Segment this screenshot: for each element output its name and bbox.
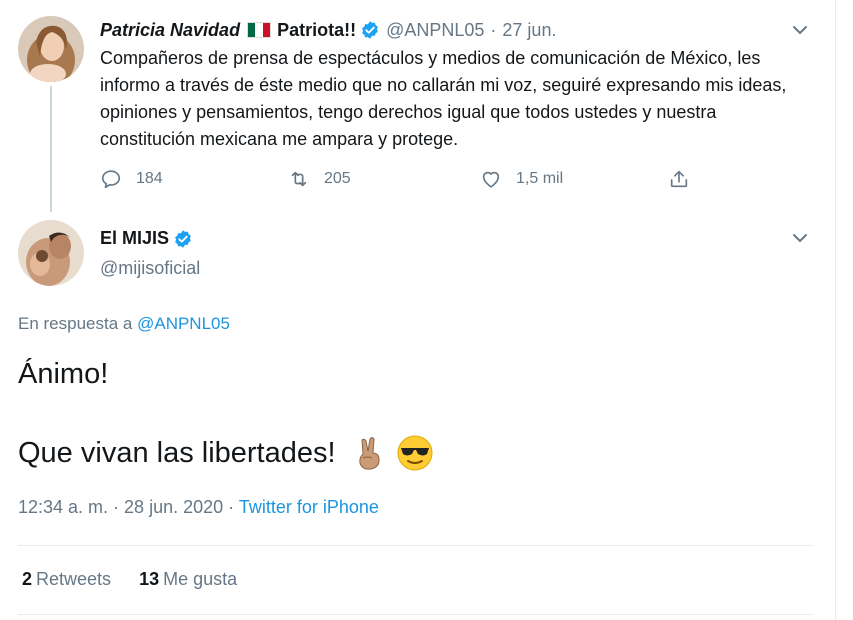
- timestamp[interactable]: 12:34 a. m. · 28 jun. 2020 ·: [18, 497, 239, 517]
- like-count: 1,5 mil: [516, 170, 564, 187]
- avatar-mijis[interactable]: [18, 220, 84, 286]
- retweets-count: 2: [22, 569, 33, 589]
- tweet-stats: 2 Retweets 13 Me gusta: [22, 569, 237, 590]
- thread-connector-line: [50, 86, 52, 212]
- author-name-suffix[interactable]: Patriota!!: [277, 20, 356, 41]
- avatar-patricia[interactable]: [18, 16, 84, 82]
- retweets-label: Retweets: [36, 569, 112, 589]
- tweet-actions: 184 205 1,5 mil: [100, 168, 720, 194]
- tweet-date[interactable]: 27 jun.: [502, 20, 556, 41]
- sunglasses-face-icon: [397, 435, 433, 471]
- chevron-down-icon[interactable]: [790, 20, 810, 40]
- retweet-count: 205: [324, 170, 351, 187]
- reply-action[interactable]: 184: [100, 168, 163, 190]
- verified-badge-icon: [362, 21, 378, 39]
- verified-badge-icon: [175, 229, 191, 248]
- separator-dot: ·: [490, 19, 497, 40]
- parent-tweet-header: Patricia Navidad Patriota!! @ANPNL05 · 2…: [100, 18, 556, 42]
- parent-tweet-text: Compañeros de prensa de espectáculos y m…: [100, 48, 787, 149]
- retweet-action[interactable]: 205: [288, 168, 351, 190]
- retweet-icon: [291, 171, 307, 187]
- retweets-stat[interactable]: 2 Retweets: [22, 569, 111, 590]
- likes-label: Me gusta: [163, 569, 238, 589]
- reply-context: En respuesta a @ANPNL05: [18, 314, 230, 334]
- tweet-text-line2-row: Que vivan las libertades!: [18, 434, 434, 472]
- tweet-thread: Patricia Navidad Patriota!! @ANPNL05 · 2…: [0, 0, 836, 620]
- reply-icon: [101, 170, 121, 189]
- author-handle[interactable]: @mijisoficial: [100, 258, 200, 279]
- tweet-metadata: 12:34 a. m. · 28 jun. 2020 · Twitter for…: [18, 497, 379, 518]
- like-action[interactable]: 1,5 mil: [480, 168, 563, 190]
- author-name[interactable]: El MIJIS: [100, 228, 169, 249]
- source-link[interactable]: Twitter for iPhone: [239, 497, 379, 517]
- tweet-text-line1: Ánimo!: [18, 358, 109, 390]
- main-author-header: El MIJIS: [100, 228, 199, 249]
- share-action[interactable]: [668, 168, 704, 190]
- divider: [18, 545, 813, 546]
- likes-count: 13: [139, 569, 160, 589]
- victory-hand-icon: [358, 437, 380, 470]
- likes-stat[interactable]: 13 Me gusta: [139, 569, 237, 590]
- author-name[interactable]: Patricia Navidad: [100, 20, 240, 41]
- reply-prefix: En respuesta a: [18, 314, 133, 333]
- chevron-down-icon[interactable]: [790, 228, 810, 248]
- author-handle[interactable]: @ANPNL05: [386, 20, 484, 41]
- reply-count: 184: [136, 170, 163, 187]
- divider: [18, 614, 813, 615]
- heart-icon: [482, 171, 500, 188]
- share-icon: [670, 170, 688, 188]
- reply-to-link[interactable]: @ANPNL05: [137, 314, 230, 333]
- mexico-flag-icon: [247, 22, 272, 38]
- tweet-text-line2: Que vivan las libertades!: [18, 436, 336, 469]
